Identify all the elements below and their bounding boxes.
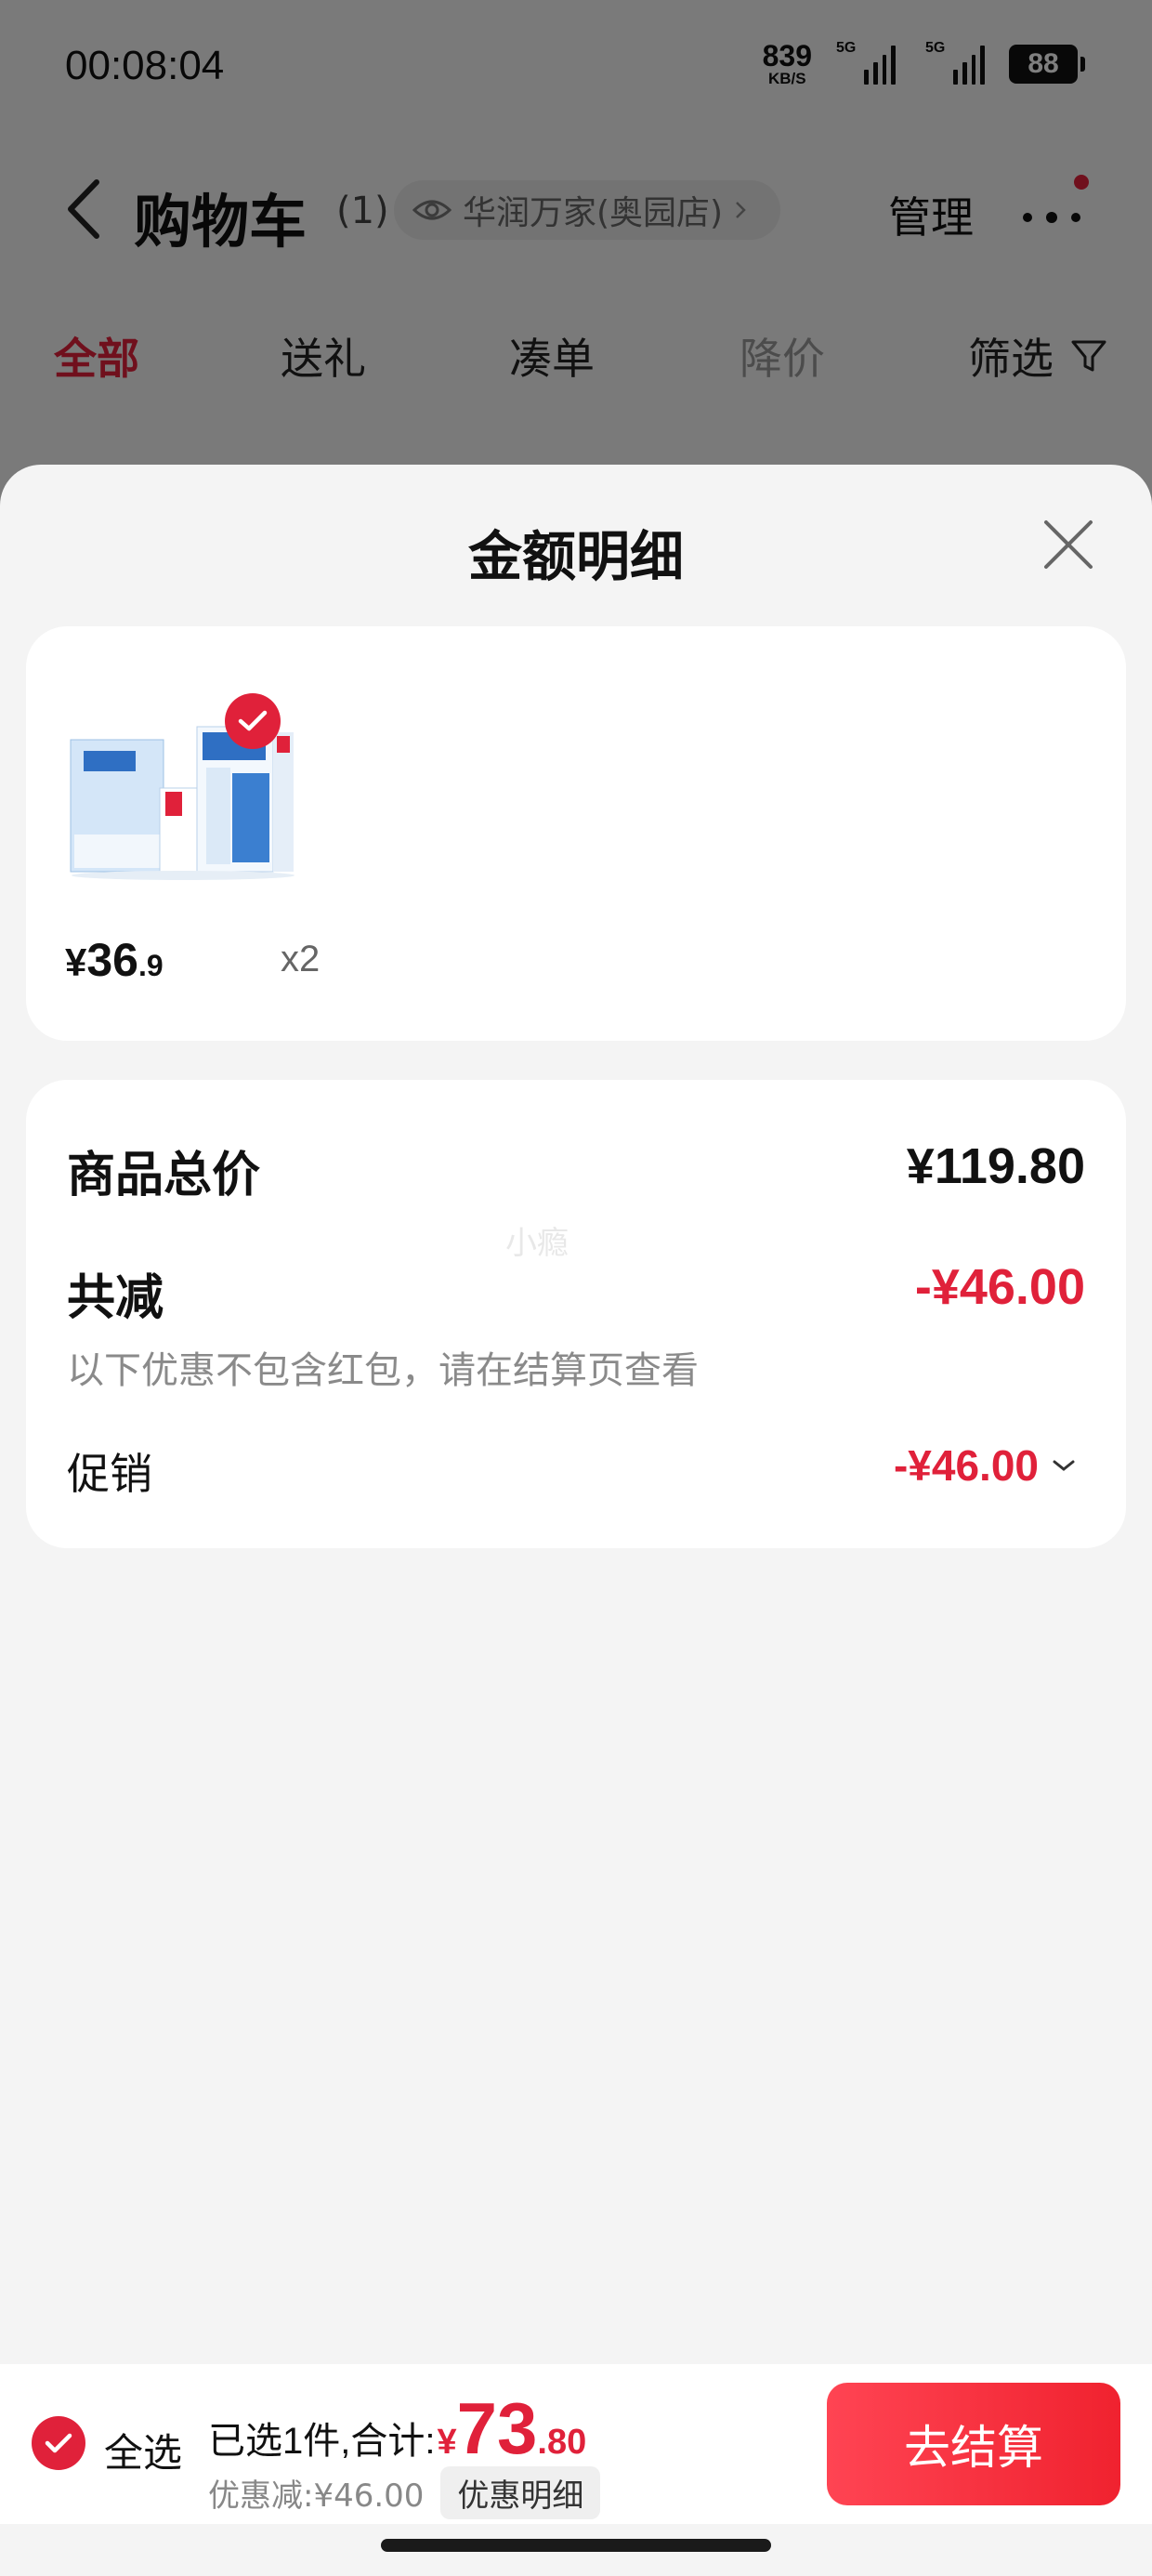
total-currency: ¥ (437, 2423, 457, 2462)
item-price-currency: ¥ (65, 940, 87, 984)
total-reduction-label: 共减 (67, 1270, 164, 1326)
price-summary-card: 商品总价 ¥119.80 小瘾 共减 -¥46.00 以下优惠不包含红包，请在结… (26, 1080, 1126, 1548)
sheet-title: 金额明细 (467, 525, 684, 588)
item-price-decimal: .9 (137, 949, 164, 982)
promotion-value: -¥46.00 (893, 1441, 1039, 1490)
total-decimal: .80 (537, 2423, 587, 2462)
close-icon[interactable] (1039, 515, 1098, 574)
item-price-integer: 36 (86, 934, 138, 986)
chevron-down-icon (1053, 1460, 1075, 1471)
total-reduction-value: -¥46.00 (914, 1259, 1085, 1315)
amount-detail-sheet: 金额明细 ¥ 36 .9 x2 商品总价 ¥119.80 小瘾 共减 -¥46.… (0, 465, 1152, 2576)
discount-note: 以下优惠不包含红包，请在结算页查看 (67, 1349, 699, 1392)
product-card: ¥ 36 .9 x2 (26, 626, 1126, 1041)
checkout-bar: 全选 已选1件,合计: ¥ 73 .80 优惠减:¥46.00 优惠明细 去结算 (0, 2364, 1152, 2524)
total-integer: 73 (456, 2387, 538, 2469)
item-price: ¥ 36 .9 (65, 933, 164, 987)
selected-check-icon[interactable] (225, 693, 281, 749)
discount-line: 优惠减:¥46.00 优惠明细 (208, 2466, 601, 2519)
total-price-value: ¥119.80 (906, 1138, 1085, 1194)
promotion-toggle[interactable]: -¥46.00 (894, 1440, 1076, 1491)
select-all-check-icon[interactable] (32, 2416, 85, 2470)
checkout-button[interactable]: 去结算 (827, 2383, 1120, 2505)
selected-count-text: 已选1件,合计: (208, 2421, 436, 2462)
watermark-text: 小瘾 (505, 1225, 569, 1262)
discount-amount-text: 优惠减:¥46.00 (208, 2477, 425, 2515)
select-all-label[interactable]: 全选 (104, 2422, 182, 2478)
promotion-label: 促销 (67, 1449, 152, 1499)
home-indicator[interactable] (381, 2539, 771, 2552)
total-summary: 已选1件,合计: ¥ 73 .80 (208, 2386, 586, 2471)
discount-detail-button[interactable]: 优惠明细 (440, 2466, 601, 2519)
total-price-label: 商品总价 (67, 1148, 261, 1203)
item-quantity: x2 (281, 939, 321, 979)
